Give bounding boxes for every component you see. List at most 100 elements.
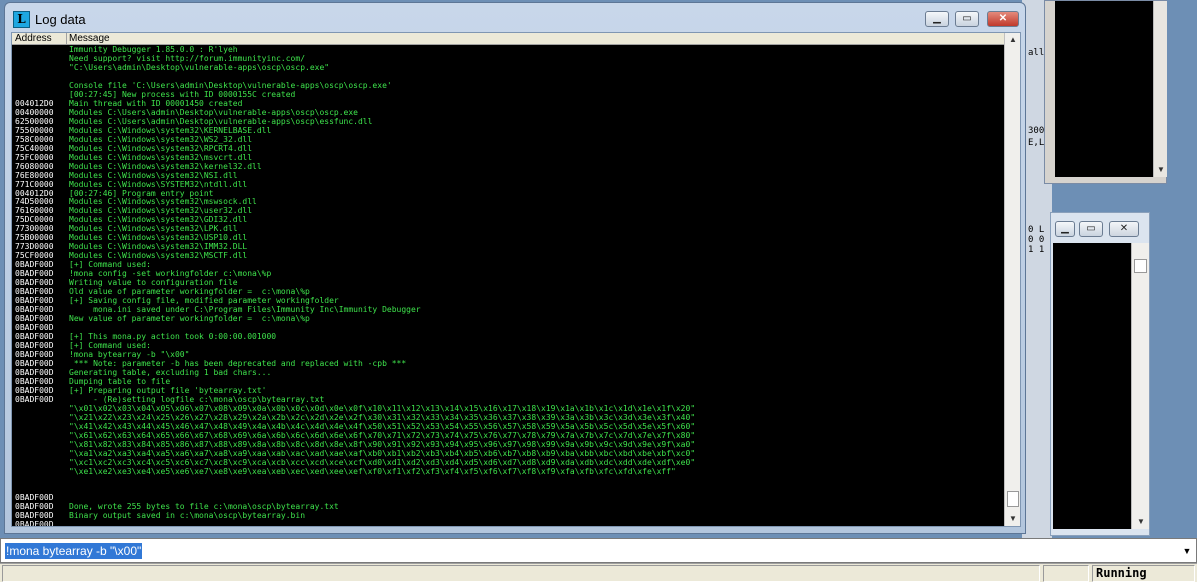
log-row[interactable]: 0BADF00D Binary output saved in c:\mona\o… bbox=[12, 511, 1004, 520]
column-header-message[interactable]: Message bbox=[67, 33, 1004, 45]
log-row[interactable]: 004012D0 Main thread with ID 00001450 cre… bbox=[12, 99, 1004, 108]
log-row-message: "C:\Users\admin\Desktop\vulnerable-apps\… bbox=[69, 62, 330, 72]
log-row[interactable]: 0BADF00D Old value of parameter workingfo… bbox=[12, 287, 1004, 296]
log-row-message: Need support? visit http://forum.immunit… bbox=[69, 53, 306, 63]
log-row-address: 773D0000 bbox=[15, 242, 54, 252]
minimize-icon[interactable]: ▁ bbox=[925, 11, 949, 27]
log-row[interactable]: 75500000 Modules C:\Windows\system32\KERN… bbox=[12, 126, 1004, 135]
log-row[interactable]: 0BADF00D Writing value to configuration f… bbox=[12, 278, 1004, 287]
log-row[interactable]: "\xa1\xa2\xa3\xa4\xa5\xa6\xa7\xa8\xa9\xa… bbox=[12, 449, 1004, 458]
log-row[interactable]: Immunity Debugger 1.85.0.0 : R'lyeh bbox=[12, 45, 1004, 54]
scroll-thumb[interactable] bbox=[1007, 491, 1019, 507]
background-titlebar[interactable]: ▁ ▭ ✕ bbox=[1051, 213, 1149, 243]
background-scrollbar[interactable]: ▼ bbox=[1131, 243, 1149, 529]
log-row[interactable]: [00:27:45] New process with ID 0000155C … bbox=[12, 90, 1004, 99]
log-row[interactable]: Console file 'C:\Users\admin\Desktop\vul… bbox=[12, 81, 1004, 90]
log-row[interactable]: 75B00000 Modules C:\Windows\system32\USP1… bbox=[12, 233, 1004, 242]
scroll-thumb[interactable] bbox=[1134, 259, 1147, 273]
dropdown-arrow-icon[interactable]: ▼ bbox=[1179, 542, 1195, 560]
log-row[interactable]: 758C0000 Modules C:\Windows\system32\WS2_… bbox=[12, 135, 1004, 144]
command-input[interactable]: !mona bytearray -b "\x00" bbox=[5, 543, 143, 559]
scroll-up-icon[interactable]: ▲ bbox=[1005, 33, 1021, 47]
log-row[interactable]: 0BADF00D [+] Command used: bbox=[12, 341, 1004, 350]
minimize-icon[interactable]: ▁ bbox=[1055, 221, 1075, 237]
log-row[interactable] bbox=[12, 484, 1004, 493]
maximize-icon[interactable]: ▭ bbox=[955, 11, 979, 27]
log-data-window[interactable]: L Log data ▁ ▭ ✕ Address Message Immunit… bbox=[4, 2, 1026, 534]
log-row[interactable]: 0BADF00D !mona bytearray -b "\x00" bbox=[12, 350, 1004, 359]
log-row[interactable]: 76E80000 Modules C:\Windows\system32\NSI.… bbox=[12, 171, 1004, 180]
log-row-address: 75C40000 bbox=[15, 143, 54, 153]
log-row[interactable]: 773D0000 Modules C:\Windows\system32\IMM3… bbox=[12, 242, 1004, 251]
log-row[interactable]: 0BADF00D bbox=[12, 493, 1004, 502]
close-icon[interactable]: ✕ bbox=[1109, 221, 1139, 237]
log-row[interactable]: 0BADF00D [+] Preparing output file 'bytea… bbox=[12, 386, 1004, 395]
log-row[interactable]: 0BADF00D !mona config -set workingfolder … bbox=[12, 269, 1004, 278]
log-row-address: 758C0000 bbox=[15, 134, 54, 144]
log-row[interactable]: 62500000 Modules C:\Users\admin\Desktop\v… bbox=[12, 117, 1004, 126]
log-row-address: 75DC0000 bbox=[15, 215, 54, 225]
scroll-down-icon[interactable]: ▼ bbox=[1132, 515, 1150, 529]
log-row[interactable]: "\xc1\xc2\xc3\xc4\xc5\xc6\xc7\xc8\xc9\xc… bbox=[12, 458, 1004, 467]
log-row-address: 0BADF00D bbox=[15, 260, 54, 270]
log-row[interactable]: 0BADF00D [+] Saving config file, modified… bbox=[12, 296, 1004, 305]
log-row[interactable]: 0BADF00D - (Re)setting logfile c:\mona\o… bbox=[12, 395, 1004, 404]
log-row-address: 0BADF00D bbox=[15, 349, 54, 359]
scroll-down-icon[interactable]: ▼ bbox=[1005, 512, 1021, 526]
background-window-bottom[interactable]: ▁ ▭ ✕ ▼ bbox=[1050, 212, 1150, 536]
log-row[interactable]: "\x21\x22\x23\x24\x25\x26\x27\x28\x29\x2… bbox=[12, 413, 1004, 422]
close-icon[interactable]: ✕ bbox=[987, 11, 1019, 27]
log-row[interactable]: 0BADF00D bbox=[12, 520, 1004, 526]
log-row[interactable]: 0BADF00D Done, wrote 255 bytes to file c:… bbox=[12, 502, 1004, 511]
log-row-address: 76160000 bbox=[15, 206, 54, 216]
log-row-message: Modules C:\Windows\system32\USP10.dll bbox=[69, 233, 248, 243]
log-row[interactable]: 75C40000 Modules C:\Windows\system32\RPCR… bbox=[12, 144, 1004, 153]
log-row[interactable]: "\x41\x42\x43\x44\x45\x46\x47\x48\x49\x4… bbox=[12, 422, 1004, 431]
log-row[interactable] bbox=[12, 72, 1004, 81]
log-row[interactable]: "\x81\x82\x83\x84\x85\x86\x87\x88\x89\x8… bbox=[12, 440, 1004, 449]
log-row[interactable]: 0BADF00D bbox=[12, 323, 1004, 332]
command-bar[interactable]: !mona bytearray -b "\x00" ▼ bbox=[0, 538, 1197, 563]
log-row-message: [00:27:46] Program entry point bbox=[69, 188, 214, 198]
log-row[interactable]: 76160000 Modules C:\Windows\system32\user… bbox=[12, 206, 1004, 215]
maximize-icon[interactable]: ▭ bbox=[1079, 221, 1103, 237]
log-list[interactable]: Immunity Debugger 1.85.0.0 : R'lyeh Need … bbox=[12, 45, 1004, 526]
log-row[interactable]: 0BADF00D [+] Command used: bbox=[12, 260, 1004, 269]
log-row[interactable]: 0BADF00D *** Note: parameter -b has been… bbox=[12, 359, 1004, 368]
status-state: Running bbox=[1096, 566, 1147, 580]
background-window-top[interactable]: ▼ bbox=[1044, 0, 1167, 184]
log-row[interactable]: Need support? visit http://forum.immunit… bbox=[12, 54, 1004, 63]
log-row[interactable]: 0BADF00D New value of parameter workingfo… bbox=[12, 314, 1004, 323]
column-header-address[interactable]: Address bbox=[12, 33, 67, 45]
log-row[interactable]: "\xe1\xe2\xe3\xe4\xe5\xe6\xe7\xe8\xe9\xe… bbox=[12, 467, 1004, 476]
log-row[interactable]: 76080000 Modules C:\Windows\system32\kern… bbox=[12, 162, 1004, 171]
log-row[interactable]: "C:\Users\admin\Desktop\vulnerable-apps\… bbox=[12, 63, 1004, 72]
log-row[interactable]: "\x01\x02\x03\x04\x05\x06\x07\x08\x09\x0… bbox=[12, 404, 1004, 413]
log-row-message: Modules C:\Windows\system32\KERNELBASE.d… bbox=[69, 125, 272, 135]
log-row-address: 0BADF00D bbox=[15, 314, 54, 324]
log-row-address: 75FC0000 bbox=[15, 152, 54, 162]
log-row[interactable]: 004012D0 [00:27:46] Program entry point bbox=[12, 189, 1004, 198]
background-scrollbar[interactable]: ▼ bbox=[1153, 1, 1167, 177]
log-row[interactable]: 75FC0000 Modules C:\Windows\system32\msvc… bbox=[12, 153, 1004, 162]
log-row[interactable]: 0BADF00D Dumping table to file bbox=[12, 377, 1004, 386]
log-row[interactable]: 0BADF00D mona.ini saved under C:\Program… bbox=[12, 305, 1004, 314]
log-row[interactable]: 771C0000 Modules C:\Windows\SYSTEM32\ntdl… bbox=[12, 180, 1004, 189]
log-row[interactable]: 75DC0000 Modules C:\Windows\system32\GDI3… bbox=[12, 215, 1004, 224]
log-row[interactable]: 0BADF00D [+] This mona.py action took 0:0… bbox=[12, 332, 1004, 341]
scroll-down-icon[interactable]: ▼ bbox=[1154, 163, 1168, 177]
log-row-message: Modules C:\Windows\system32\NSI.dll bbox=[69, 170, 238, 180]
log-scrollbar[interactable]: ▲ ▼ bbox=[1004, 33, 1020, 526]
log-row[interactable]: 77300000 Modules C:\Windows\system32\LPK.… bbox=[12, 224, 1004, 233]
bg-text-2: 300 bbox=[1028, 126, 1045, 136]
log-row-message: - (Re)setting logfile c:\mona\oscp\bytea… bbox=[69, 394, 325, 404]
log-row[interactable]: 00400000 Modules C:\Users\admin\Desktop\v… bbox=[12, 108, 1004, 117]
log-row-message: Generating table, excluding 1 bad chars.… bbox=[69, 367, 272, 377]
window-titlebar[interactable]: L Log data ▁ ▭ ✕ bbox=[5, 3, 1025, 33]
log-row[interactable] bbox=[12, 476, 1004, 485]
log-row[interactable]: 74D50000 Modules C:\Windows\system32\msws… bbox=[12, 197, 1004, 206]
log-row-address: 0BADF00D bbox=[15, 323, 54, 333]
log-row[interactable]: 0BADF00D Generating table, excluding 1 ba… bbox=[12, 368, 1004, 377]
log-row[interactable]: 75CF0000 Modules C:\Windows\system32\MSCT… bbox=[12, 251, 1004, 260]
log-row[interactable]: "\x61\x62\x63\x64\x65\x66\x67\x68\x69\x6… bbox=[12, 431, 1004, 440]
